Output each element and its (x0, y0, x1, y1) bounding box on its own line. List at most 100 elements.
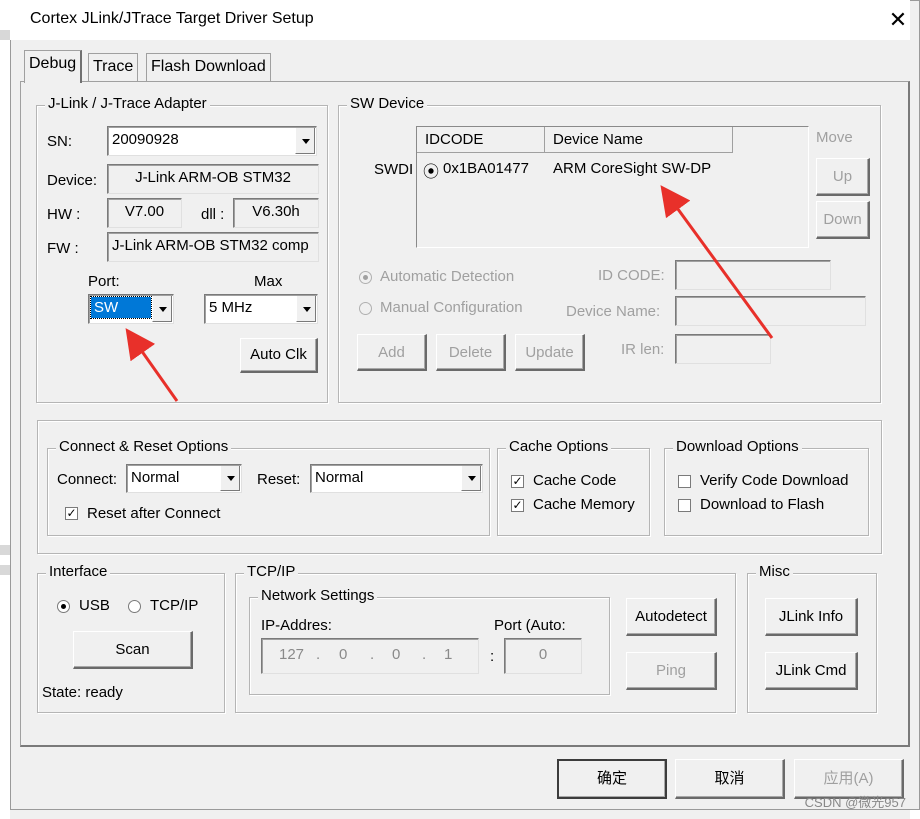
connect-combo[interactable]: Normal (126, 464, 242, 493)
tcp-port-label: Port (Auto: (494, 617, 566, 634)
jlink-cmd-button[interactable]: JLink Cmd (765, 652, 858, 690)
connect-value: Normal (131, 469, 180, 486)
port-combo[interactable]: SW (88, 294, 174, 324)
move-up-button[interactable]: Up (816, 158, 870, 196)
ip-octet-1: 127 (279, 646, 305, 663)
manual-config-label: Manual Configuration (380, 299, 523, 316)
cache-code-label: Cache Code (533, 472, 617, 489)
download-to-flash-label: Download to Flash (700, 496, 825, 513)
device-value-box: J-Link ARM-OB STM32 (107, 164, 319, 194)
sw-device-group-label: SW Device (347, 95, 428, 112)
ip-octet-2: 0 (339, 646, 348, 663)
scan-button[interactable]: Scan (73, 631, 193, 669)
state-label: State: ready (42, 684, 123, 701)
misc-group-label: Misc (756, 563, 793, 580)
swdi-label: SWDI (374, 161, 414, 178)
cache-options-group: Cache Options (497, 438, 650, 536)
hw-value: V7.00 (124, 203, 165, 220)
ir-len-input[interactable] (675, 334, 771, 364)
jlink-info-button[interactable]: JLink Info (765, 598, 858, 636)
reset-combo[interactable]: Normal (310, 464, 483, 493)
move-down-button[interactable]: Down (816, 201, 870, 239)
delete-button[interactable]: Delete (436, 334, 506, 371)
chevron-down-icon[interactable] (220, 466, 240, 491)
reset-label: Reset: (257, 471, 301, 488)
usb-radio[interactable] (57, 600, 70, 613)
port-label: Port: (88, 273, 120, 290)
tcp-port-input[interactable]: 0 (504, 638, 582, 674)
column-header-idcode[interactable]: IDCODE (417, 127, 545, 153)
interface-group-label: Interface (46, 563, 111, 580)
chevron-down-icon[interactable] (295, 128, 315, 154)
port-value: SW (90, 296, 152, 319)
auto-detection-radio[interactable] (359, 271, 372, 284)
sn-value: 20090928 (112, 131, 179, 148)
jlink-adapter-group-label: J-Link / J-Trace Adapter (45, 95, 210, 112)
reset-after-connect-label: Reset after Connect (87, 505, 221, 522)
tab-debug[interactable]: Debug (24, 50, 83, 83)
chevron-down-icon[interactable] (461, 466, 481, 491)
max-label: Max (254, 273, 283, 290)
close-icon[interactable]: ✕ (886, 7, 910, 33)
tcpip-radio[interactable] (128, 600, 141, 613)
sn-combo[interactable]: 20090928 (107, 126, 317, 156)
ping-button[interactable]: Ping (626, 652, 717, 690)
chevron-down-icon[interactable] (152, 296, 172, 322)
max-clock-combo[interactable]: 5 MHz (204, 294, 318, 324)
title-bar[interactable]: Cortex JLink/JTrace Target Driver Setup … (10, 0, 910, 40)
list-item[interactable]: ⦿ 0x1BA01477 ARM CoreSight SW-DP (421, 160, 801, 181)
tcpip-group-label: TCP/IP (244, 563, 299, 580)
sn-label: SN: (47, 133, 73, 150)
auto-clk-button[interactable]: Auto Clk (240, 338, 318, 373)
column-header-device-name[interactable]: Device Name (545, 127, 733, 153)
misc-group: Misc (747, 563, 877, 713)
fw-value-box: J-Link ARM-OB STM32 comp (107, 232, 319, 262)
connect-label: Connect: (57, 471, 118, 488)
dll-value-box: V6.30h (233, 198, 319, 228)
device-value: J-Link ARM-OB STM32 (135, 169, 291, 186)
ir-len-label: IR len: (621, 341, 665, 358)
autodetect-button[interactable]: Autodetect (626, 598, 717, 636)
sw-device-list[interactable]: IDCODE Device Name ⦿ 0x1BA01477 ARM Core… (416, 126, 809, 248)
device-name-label: Device Name: (566, 303, 661, 320)
tab-flash-download[interactable]: Flash Download (146, 53, 271, 81)
auto-detection-label: Automatic Detection (380, 268, 515, 285)
usb-label: USB (79, 597, 110, 614)
id-code-input[interactable] (675, 260, 831, 290)
manual-config-radio[interactable] (359, 302, 372, 315)
tcp-port-value: 0 (538, 646, 548, 663)
cache-code-checkbox[interactable]: ✓ (511, 475, 524, 488)
tab-trace[interactable]: Trace (88, 53, 139, 81)
dll-value: V6.30h (252, 203, 300, 220)
selected-radio-icon: ⦿ (423, 164, 440, 181)
move-label: Move (816, 129, 853, 146)
ip-address-label: IP-Addres: (261, 617, 332, 634)
add-button[interactable]: Add (357, 334, 427, 371)
cache-options-group-label: Cache Options (506, 438, 612, 455)
ip-octet-3: 0 (392, 646, 401, 663)
cancel-button[interactable]: 取消 (675, 759, 785, 799)
download-options-group-label: Download Options (673, 438, 802, 455)
download-options-group: Download Options (664, 438, 869, 536)
window-title: Cortex JLink/JTrace Target Driver Setup (30, 10, 314, 27)
background-app-left (0, 0, 10, 819)
device-label: Device: (47, 172, 98, 189)
ip-address-input[interactable]: 127 . 0 . 0 . 1 (261, 638, 479, 674)
cache-memory-checkbox[interactable]: ✓ (511, 499, 524, 512)
reset-value: Normal (315, 469, 364, 486)
ok-button[interactable]: 确定 (557, 759, 667, 799)
network-settings-group-label: Network Settings (258, 587, 378, 604)
hw-label: HW : (47, 206, 81, 223)
verify-code-download-checkbox[interactable] (678, 475, 691, 488)
dll-label: dll : (201, 206, 225, 223)
reset-after-connect-checkbox[interactable]: ✓ (65, 507, 78, 520)
hw-value-box: V7.00 (107, 198, 182, 228)
download-to-flash-checkbox[interactable] (678, 499, 691, 512)
max-clock-value: 5 MHz (209, 299, 253, 316)
update-button[interactable]: Update (515, 334, 585, 371)
device-name-input[interactable] (675, 296, 866, 326)
ip-octet-4: 1 (444, 646, 453, 663)
fw-value: J-Link ARM-OB STM32 comp (112, 237, 309, 254)
chevron-down-icon[interactable] (296, 296, 316, 322)
fw-label: FW : (47, 240, 79, 257)
